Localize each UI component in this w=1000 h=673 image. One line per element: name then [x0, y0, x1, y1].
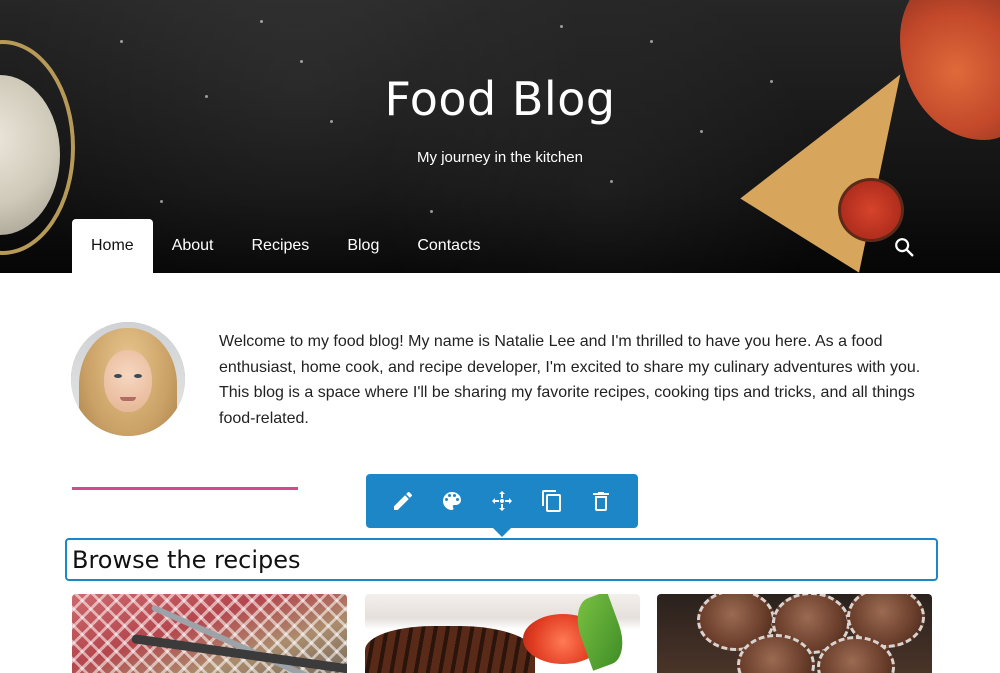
recipe-card-image[interactable]: [657, 594, 932, 673]
intro-text: Welcome to my food blog! My name is Nata…: [219, 333, 921, 427]
section-divider: [72, 487, 298, 490]
pencil-icon[interactable]: [390, 488, 416, 514]
author-avatar: [71, 322, 185, 436]
recipe-card-image[interactable]: [72, 594, 347, 673]
heading-block-selected[interactable]: Browse the recipes: [65, 538, 938, 581]
site-subtitle: My journey in the kitchen: [417, 149, 583, 166]
speckle: [120, 40, 123, 43]
speckle: [430, 210, 433, 213]
main-nav: Home About Recipes Blog Contacts: [72, 219, 499, 273]
speckle: [560, 25, 563, 28]
block-toolbar: [366, 474, 638, 537]
nav-item-contacts[interactable]: Contacts: [398, 219, 499, 273]
duplicate-icon[interactable]: [539, 488, 565, 514]
trash-icon[interactable]: [588, 488, 614, 514]
section-heading[interactable]: Browse the recipes: [72, 546, 301, 574]
speckle: [160, 200, 163, 203]
recipe-card-image[interactable]: [365, 594, 640, 673]
site-title: Food Blog: [384, 72, 616, 126]
search-icon[interactable]: [893, 236, 915, 258]
nav-item-home[interactable]: Home: [72, 219, 153, 273]
move-icon[interactable]: [489, 488, 515, 514]
tomato-slice-image: [838, 178, 904, 242]
nav-item-recipes[interactable]: Recipes: [233, 219, 329, 273]
speckle: [300, 60, 303, 63]
speckle: [610, 180, 613, 183]
nav-item-blog[interactable]: Blog: [328, 219, 398, 273]
palette-icon[interactable]: [439, 488, 465, 514]
nav-item-about[interactable]: About: [153, 219, 233, 273]
speckle: [700, 130, 703, 133]
speckle: [260, 20, 263, 23]
speckle: [650, 40, 653, 43]
